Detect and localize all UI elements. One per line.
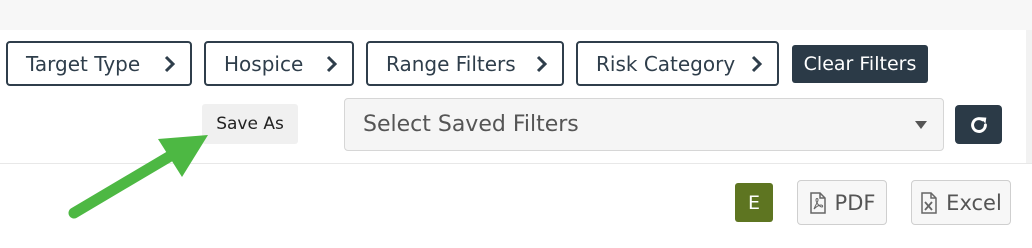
filter-range-button[interactable]: Range Filters: [366, 41, 564, 86]
filter-label: Risk Category: [596, 51, 736, 76]
filter-label: Range Filters: [386, 51, 516, 76]
caret-down-icon: [915, 120, 927, 129]
chevron-right-icon: [751, 53, 765, 75]
top-strip: [0, 0, 1032, 30]
clear-filters-button[interactable]: Clear Filters: [792, 45, 928, 83]
export-pdf-button[interactable]: PDF: [797, 180, 887, 225]
chevron-right-icon: [326, 53, 340, 75]
right-edge: [1026, 30, 1032, 163]
annotation-arrow-icon: [68, 135, 208, 219]
pdf-file-icon: [809, 191, 826, 214]
saved-filters-value: Select Saved Filters: [363, 112, 579, 137]
filter-label: Hospice: [224, 51, 304, 76]
excel-file-icon: [921, 191, 937, 214]
refresh-icon: [970, 116, 987, 133]
filter-hospice-button[interactable]: Hospice: [204, 41, 354, 86]
export-e-button[interactable]: E: [735, 183, 773, 222]
filter-target-type-button[interactable]: Target Type: [6, 41, 192, 86]
pdf-label: PDF: [834, 190, 876, 215]
chevron-right-icon: [536, 53, 550, 75]
refresh-button[interactable]: [955, 105, 1002, 144]
chevron-right-icon: [164, 53, 178, 75]
saved-filters-select[interactable]: Select Saved Filters: [344, 98, 944, 151]
filter-risk-category-button[interactable]: Risk Category: [576, 41, 779, 86]
excel-label: Excel: [946, 190, 1002, 215]
export-excel-button[interactable]: Excel: [911, 180, 1011, 225]
filter-label: Target Type: [26, 51, 141, 76]
